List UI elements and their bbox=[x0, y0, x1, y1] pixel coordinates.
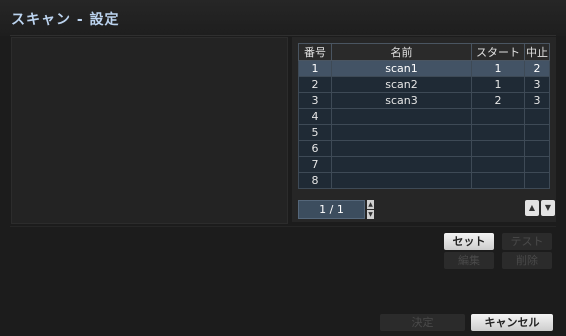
header-number: 番号 bbox=[298, 43, 332, 61]
cell-name bbox=[331, 172, 472, 189]
edit-button[interactable]: 編集 bbox=[444, 252, 494, 269]
table-row[interactable]: 7 bbox=[298, 156, 550, 173]
title-divider bbox=[10, 35, 556, 36]
title-bar: スキャン - 設定 bbox=[0, 0, 566, 36]
cell-name: scan1 bbox=[331, 60, 472, 77]
cell-start bbox=[471, 124, 525, 141]
spin-down-icon[interactable]: ▼ bbox=[367, 210, 374, 219]
cell-name bbox=[331, 108, 472, 125]
cell-stop: 3 bbox=[524, 76, 550, 93]
scan-table: 番号 名前 スタート 中止 1 scan1 1 2 2 scan2 1 3 3 scan3 2 3 4 5… bbox=[298, 43, 550, 189]
cell-number: 5 bbox=[298, 124, 332, 141]
cell-name bbox=[331, 140, 472, 157]
cancel-button[interactable]: キャンセル bbox=[471, 314, 553, 331]
cell-start bbox=[471, 172, 525, 189]
cell-stop: 2 bbox=[524, 60, 550, 77]
triangle-down-icon: ▼ bbox=[544, 203, 552, 212]
table-row[interactable]: 5 bbox=[298, 124, 550, 141]
video-preview bbox=[11, 37, 288, 224]
table-row[interactable]: 4 bbox=[298, 108, 550, 125]
cell-number: 4 bbox=[298, 108, 332, 125]
cell-stop bbox=[524, 172, 550, 189]
cell-stop bbox=[524, 140, 550, 157]
delete-button[interactable]: 削除 bbox=[502, 252, 552, 269]
header-start: スタート bbox=[471, 43, 525, 61]
cell-start: 1 bbox=[471, 76, 525, 93]
section-divider bbox=[10, 226, 556, 227]
cell-start bbox=[471, 108, 525, 125]
cell-stop bbox=[524, 108, 550, 125]
table-row[interactable]: 1 scan1 1 2 bbox=[298, 60, 550, 77]
cell-number: 2 bbox=[298, 76, 332, 93]
header-name: 名前 bbox=[331, 43, 472, 61]
table-row[interactable]: 8 bbox=[298, 172, 550, 189]
window-title: スキャン - 設定 bbox=[11, 12, 120, 28]
cell-number: 7 bbox=[298, 156, 332, 173]
set-button[interactable]: セット bbox=[444, 233, 494, 250]
test-button[interactable]: テスト bbox=[502, 233, 552, 250]
cell-number: 8 bbox=[298, 172, 332, 189]
scan-list-panel: 番号 名前 スタート 中止 1 scan1 1 2 2 scan2 1 3 3 scan3 2 3 4 5… bbox=[292, 37, 556, 222]
triangle-up-icon: ▲ bbox=[528, 203, 536, 212]
header-stop: 中止 bbox=[524, 43, 550, 61]
spin-up-icon[interactable]: ▲ bbox=[367, 200, 374, 209]
table-row[interactable]: 6 bbox=[298, 140, 550, 157]
cell-stop bbox=[524, 124, 550, 141]
cell-stop bbox=[524, 156, 550, 173]
table-row[interactable]: 3 scan3 2 3 bbox=[298, 92, 550, 109]
move-up-button[interactable]: ▲ bbox=[525, 200, 539, 216]
cell-stop: 3 bbox=[524, 92, 550, 109]
cell-start: 1 bbox=[471, 60, 525, 77]
move-down-button[interactable]: ▼ bbox=[541, 200, 555, 216]
cell-name bbox=[331, 156, 472, 173]
cell-number: 3 bbox=[298, 92, 332, 109]
cell-name bbox=[331, 124, 472, 141]
cell-name: scan2 bbox=[331, 76, 472, 93]
page-spinner[interactable]: ▲ ▼ bbox=[367, 200, 374, 219]
table-row[interactable]: 2 scan2 1 3 bbox=[298, 76, 550, 93]
cell-number: 6 bbox=[298, 140, 332, 157]
cell-start bbox=[471, 156, 525, 173]
cell-name: scan3 bbox=[331, 92, 472, 109]
page-indicator: 1 / 1 bbox=[298, 200, 365, 219]
ok-button[interactable]: 決定 bbox=[380, 314, 465, 331]
cell-start bbox=[471, 140, 525, 157]
cell-start: 2 bbox=[471, 92, 525, 109]
cell-number: 1 bbox=[298, 60, 332, 77]
table-header-row: 番号 名前 スタート 中止 bbox=[298, 43, 550, 61]
